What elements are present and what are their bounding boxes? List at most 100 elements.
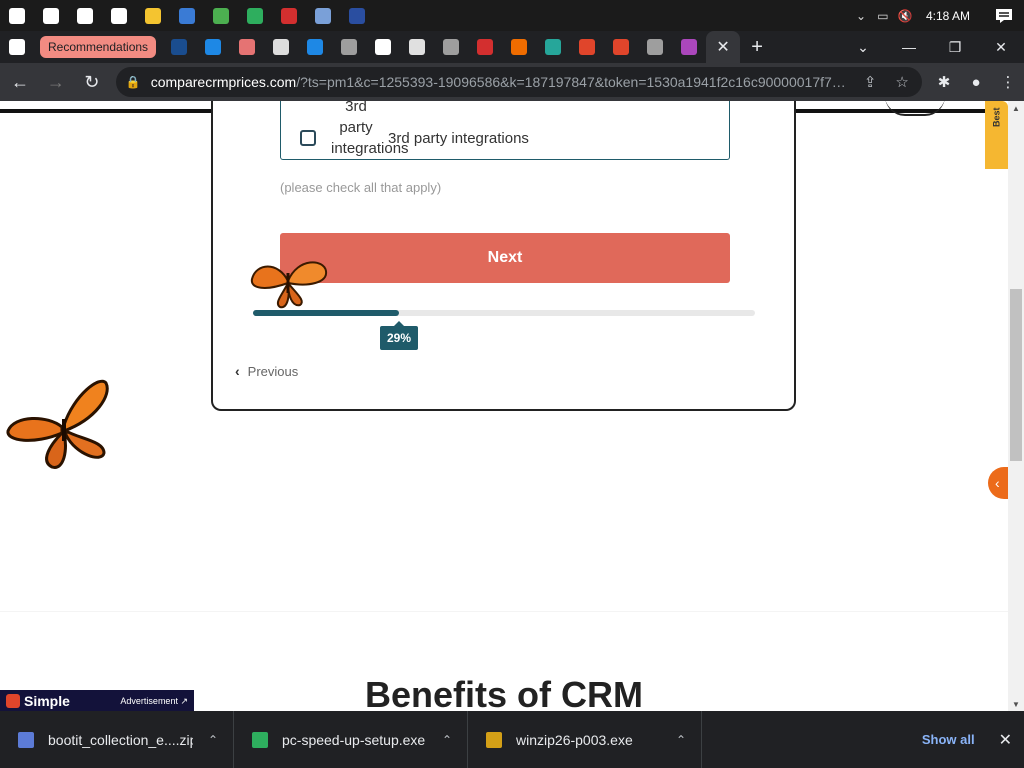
show-all-downloads-link[interactable]: Show all — [922, 732, 999, 747]
avira-favicon-icon[interactable] — [468, 31, 502, 63]
tab-strip: Recommendations ✕ + ⌄ — ❐ ✕ — [0, 31, 1024, 63]
windows-start-icon-glyph — [9, 7, 25, 24]
tab-group-recommendations[interactable]: Recommendations — [40, 36, 157, 58]
chevron-up-icon[interactable]: ⌃ — [193, 733, 233, 747]
share-icon[interactable]: ⇪ — [860, 73, 880, 91]
translate-favicon-icon[interactable] — [536, 31, 570, 63]
download-item[interactable]: pc-speed-up-setup.exe ⌃ — [234, 711, 468, 768]
slash-favicon-icon-glyph — [307, 39, 324, 55]
scroll-up-arrow-icon[interactable]: ▲ — [1008, 101, 1024, 115]
close-downloads-bar-button[interactable]: ✕ — [999, 730, 1024, 750]
option-checkbox[interactable] — [300, 130, 316, 146]
extensions-icon[interactable]: ✱ — [928, 66, 960, 98]
scrollbar-thumb[interactable] — [1010, 289, 1022, 461]
system-tray: ⌄ ▭ 🔇 4:18 AM — [850, 0, 1024, 31]
cortana-icon[interactable] — [68, 0, 102, 31]
chrome-icon[interactable] — [204, 0, 238, 31]
camera-favicon-icon[interactable] — [400, 31, 434, 63]
windows-taskbar: ⌄ ▭ 🔇 4:18 AM — [0, 0, 1024, 31]
google-favicon-icon[interactable] — [0, 31, 34, 63]
restore-button[interactable]: ❐ — [932, 31, 978, 63]
network-icon[interactable]: ▭ — [872, 0, 894, 31]
globe-favicon-icon[interactable] — [434, 31, 468, 63]
avira-icon[interactable] — [272, 0, 306, 31]
notification-icon[interactable] — [984, 8, 1024, 24]
ad-label[interactable]: Advertisement ↗ — [120, 696, 188, 707]
pc-speedup-icon[interactable] — [238, 0, 272, 31]
colorful-favicon-icon[interactable] — [672, 31, 706, 63]
search-icon-glyph — [43, 7, 59, 24]
close-window-button[interactable]: ✕ — [978, 31, 1024, 63]
google-favicon-icon[interactable] — [366, 31, 400, 63]
ad-brand: Simple — [24, 693, 70, 709]
bookmark-star-icon[interactable]: ☆ — [892, 73, 912, 91]
scroll-down-arrow-icon[interactable]: ▼ — [1008, 697, 1024, 711]
simple-favicon-icon-glyph — [613, 39, 630, 55]
globe-favicon-icon[interactable] — [332, 31, 366, 63]
address-bar[interactable]: 🔒 comparecrmprices.com /?ts=pm1&c=125539… — [115, 67, 922, 97]
chevron-up-icon[interactable]: ⌃ — [661, 733, 701, 747]
chevron-up-icon[interactable]: ⌄ — [850, 0, 872, 31]
progress-fill — [253, 310, 399, 316]
progress-percent-badge: 29% — [380, 321, 418, 350]
chrome-favicon-icon[interactable] — [264, 31, 298, 63]
window-controls: ⌄ — ❐ ✕ — [840, 31, 1024, 63]
simple-logo-icon — [6, 694, 20, 708]
next-button[interactable]: Next — [280, 233, 730, 283]
globe-favicon-icon[interactable] — [638, 31, 672, 63]
simple-favicon-icon[interactable] — [570, 31, 604, 63]
slash-favicon-icon[interactable] — [196, 31, 230, 63]
new-tab-button[interactable]: + — [740, 31, 774, 63]
windows-start-icon[interactable] — [0, 0, 34, 31]
house-favicon-icon[interactable] — [230, 31, 264, 63]
app-icon-glyph — [315, 7, 331, 24]
butterfly-small-icon — [250, 261, 328, 309]
app-icon[interactable] — [306, 0, 340, 31]
reload-button[interactable]: ↻ — [76, 66, 108, 98]
side-expand-button[interactable]: ‹ — [988, 467, 1008, 499]
google-favicon-icon-glyph — [375, 39, 392, 55]
search-icon[interactable] — [34, 0, 68, 31]
chrome-icon-glyph — [213, 7, 229, 24]
download-filename: pc-speed-up-setup.exe — [282, 731, 426, 748]
header-sketch-decoration — [885, 101, 945, 116]
slash-favicon-icon[interactable] — [298, 31, 332, 63]
active-tab-close-button[interactable]: ✕ — [706, 31, 741, 63]
menu-icon[interactable]: ⋮ — [992, 66, 1024, 98]
ad-banner[interactable]: Simple Advertisement ↗ — [0, 690, 194, 711]
chevron-up-icon[interactable]: ⌃ — [427, 733, 467, 747]
option-3rd-party-integrations[interactable]: 3rd party integrations 3rd party integra… — [280, 101, 730, 160]
file-explorer-icon[interactable] — [136, 0, 170, 31]
option-label[interactable]: 3rd party integrations — [388, 130, 529, 147]
forward-button[interactable]: → — [40, 66, 72, 98]
lock-icon[interactable]: 🔒 — [126, 75, 141, 89]
house-favicon-icon-glyph — [239, 39, 256, 55]
avira-icon-glyph — [281, 7, 297, 24]
download-item[interactable]: winzip26-p003.exe ⌃ — [468, 711, 702, 768]
option-image-alt: 3rd party integrations — [331, 101, 409, 157]
file-icon — [18, 731, 34, 748]
profile-icon[interactable]: ● — [960, 66, 992, 98]
download-filename: bootit_collection_e....zip — [48, 731, 193, 748]
chrome-favicon-icon-glyph — [273, 39, 290, 55]
cloud-favicon-icon-glyph — [511, 39, 528, 55]
previous-label: Previous — [247, 363, 299, 379]
tab-search-icon[interactable]: ⌄ — [840, 31, 886, 63]
cortana-icon-glyph — [77, 7, 93, 24]
minimize-button[interactable]: — — [886, 31, 932, 63]
back-button[interactable]: ← — [4, 66, 36, 98]
simple-favicon-icon-glyph — [579, 39, 596, 55]
volume-muted-icon[interactable]: 🔇 — [894, 0, 916, 31]
vertical-scrollbar[interactable]: ▲ ▼ — [1008, 101, 1024, 711]
wa-favicon-icon[interactable] — [162, 31, 196, 63]
download-item[interactable]: bootit_collection_e....zip ⌃ — [0, 711, 234, 768]
cloud-favicon-icon[interactable] — [502, 31, 536, 63]
clock[interactable]: 4:18 AM — [916, 9, 984, 23]
store-icon[interactable] — [170, 0, 204, 31]
simple-favicon-icon[interactable] — [604, 31, 638, 63]
side-best-tab[interactable]: Best — [985, 101, 1008, 169]
previous-link[interactable]: ‹ Previous — [235, 363, 298, 379]
download-filename: winzip26-p003.exe — [516, 731, 633, 748]
shield-app-icon[interactable] — [340, 0, 374, 31]
task-view-icon[interactable] — [102, 0, 136, 31]
